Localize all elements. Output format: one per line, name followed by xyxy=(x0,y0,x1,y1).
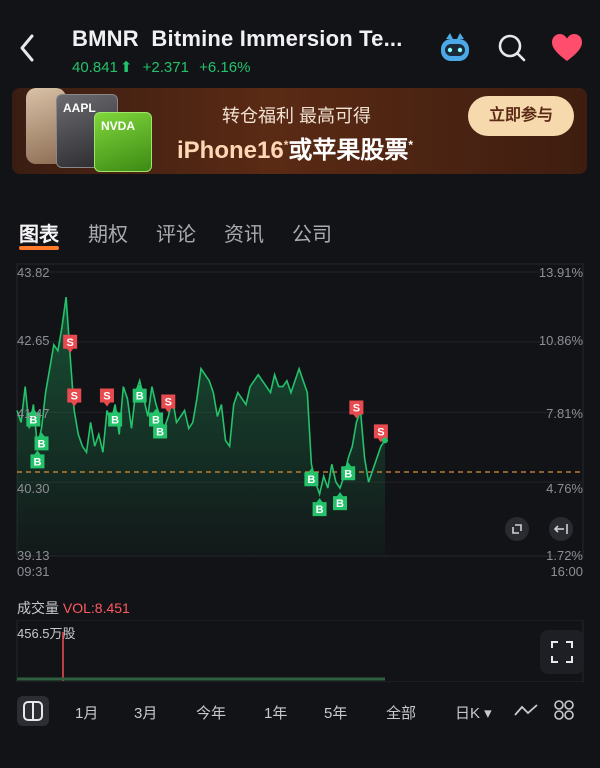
favorite-heart-icon[interactable] xyxy=(549,30,585,66)
stock-name: Bitmine Immersion Te... xyxy=(151,26,403,51)
last-price-dot xyxy=(382,437,388,444)
marker-label: S xyxy=(71,391,78,403)
intraday-price-chart[interactable]: BBBSS SBBBBSBB BBSS xyxy=(0,260,600,560)
y-tick-left-2: 41.47 xyxy=(17,406,50,421)
banner-asterisk-2: * xyxy=(408,138,414,152)
kline-type-dropdown[interactable]: 日K ▾ xyxy=(455,702,492,723)
tab-company[interactable]: 公司 xyxy=(292,218,332,247)
split-panel-icon xyxy=(23,701,43,721)
banner-prize-stock: 或苹果股票 xyxy=(288,137,409,164)
marker-label: B xyxy=(33,456,41,468)
marker-label: B xyxy=(336,498,344,510)
jump-to-latest-button[interactable] xyxy=(549,517,573,541)
y-tick-right-4: 1.72% xyxy=(546,548,583,563)
fullscreen-icon xyxy=(551,641,573,663)
y-tick-left-3: 40.30 xyxy=(17,481,50,496)
y-tick-right-2: 7.81% xyxy=(546,406,583,421)
volume-header: 成交量 VOL:8.451 xyxy=(17,598,130,618)
y-tick-left-1: 42.65 xyxy=(17,333,50,348)
up-arrow-icon: ⬆ xyxy=(119,59,133,76)
marker-label: B xyxy=(156,426,164,438)
join-now-button[interactable]: 立即参与 xyxy=(468,96,574,136)
marker-label: S xyxy=(353,402,360,414)
marker-label: B xyxy=(38,438,46,450)
marker-label: B xyxy=(344,468,352,480)
stock-title: BMNR Bitmine Immersion Te... xyxy=(72,26,403,52)
marker-label: B xyxy=(307,474,315,486)
y-tick-left-0: 43.82 xyxy=(17,265,50,280)
active-tab-indicator xyxy=(19,246,59,250)
price-change: +2.371 xyxy=(142,59,189,76)
period-all[interactable]: 全部 xyxy=(386,702,416,723)
y-tick-right-0: 13.91% xyxy=(538,265,583,280)
y-tick-right-3: 4.76% xyxy=(546,481,583,496)
banner-prize-phone: iPhone16 xyxy=(177,137,284,164)
last-price: 40.841 xyxy=(72,59,118,76)
promo-banner[interactable]: AAPL NVDA 转仓福利 最高可得 iPhone16*或苹果股票* 立即参与 xyxy=(12,88,587,174)
quote-line: 40.841 ⬆ +2.371 +6.16% xyxy=(72,58,256,76)
marker-label: S xyxy=(377,426,384,438)
buy-marker: B xyxy=(132,384,147,403)
volume-frame xyxy=(16,620,584,682)
y-tick-left-4: 39.13 xyxy=(17,548,50,563)
marker-label: S xyxy=(66,337,73,349)
marker-label: S xyxy=(165,396,172,408)
tab-chart[interactable]: 图表 xyxy=(19,218,59,247)
stock-symbol: BMNR xyxy=(72,26,139,51)
jump-back-icon xyxy=(553,524,568,534)
intraday-toggle-button[interactable] xyxy=(17,696,49,726)
nvda-card-image: NVDA xyxy=(94,112,152,172)
marker-label: S xyxy=(103,391,110,403)
tab-comments[interactable]: 评论 xyxy=(156,218,196,247)
time-end-label: 16:00 xyxy=(550,564,583,579)
tab-news[interactable]: 资讯 xyxy=(224,218,264,247)
fullscreen-button[interactable] xyxy=(540,630,584,674)
volume-title: 成交量 xyxy=(17,600,59,616)
period-1m[interactable]: 1月 xyxy=(75,702,98,723)
search-icon[interactable] xyxy=(494,30,530,66)
volume-value: VOL:8.451 xyxy=(62,600,130,616)
marker-label: B xyxy=(111,415,119,427)
line-style-icon[interactable] xyxy=(512,700,540,722)
sell-marker: S xyxy=(99,388,114,407)
percent-change: +6.16% xyxy=(199,59,251,76)
period-1y[interactable]: 1年 xyxy=(264,702,287,723)
buy-marker: B xyxy=(108,408,123,427)
period-3m[interactable]: 3月 xyxy=(134,702,157,723)
banner-prize: iPhone16*或苹果股票* xyxy=(177,130,413,165)
marker-label: B xyxy=(136,391,144,403)
expand-chart-button[interactable] xyxy=(505,517,529,541)
banner-headline: 转仓福利 最高可得 xyxy=(222,106,372,126)
back-icon[interactable] xyxy=(14,30,42,66)
y-tick-right-1: 10.86% xyxy=(538,333,583,348)
corner-expand-icon xyxy=(512,524,522,534)
time-start-label: 09:31 xyxy=(17,564,50,579)
tab-options[interactable]: 期权 xyxy=(88,218,128,247)
more-grid-icon[interactable] xyxy=(552,698,576,722)
robot-assistant-icon[interactable] xyxy=(437,30,473,66)
marker-label: B xyxy=(316,504,324,516)
period-ytd[interactable]: 今年 xyxy=(196,702,226,723)
volume-chart[interactable] xyxy=(0,620,600,682)
period-5y[interactable]: 5年 xyxy=(324,702,347,723)
